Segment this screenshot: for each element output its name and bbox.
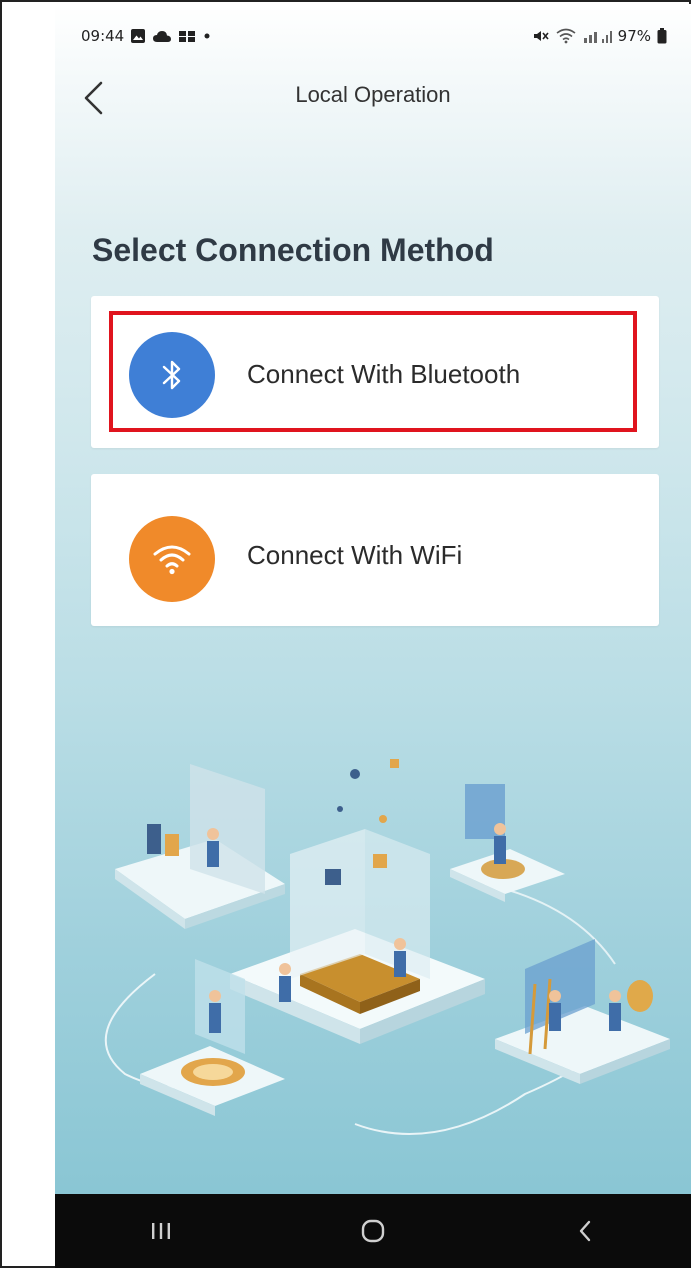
recents-button[interactable] (121, 1201, 201, 1261)
notification-icon (179, 31, 196, 42)
wifi-icon-badge (129, 516, 215, 602)
connect-bluetooth-option[interactable]: Connect With Bluetooth (91, 296, 659, 448)
battery-icon (657, 28, 667, 44)
bluetooth-icon (162, 360, 181, 390)
wifi-option-label: Connect With WiFi (247, 540, 463, 570)
gallery-icon (131, 29, 146, 43)
header-bar: Local Operation (55, 68, 691, 124)
wifi-icon (153, 545, 191, 575)
network-illustration (104, 759, 670, 1135)
screenshot-frame: 09:44 97% Local Operation Select Connect… (0, 0, 691, 1268)
back-icon (579, 1220, 591, 1242)
battery-percent: 97% (617, 27, 651, 45)
dot-icon (204, 33, 210, 39)
page-title: Local Operation (295, 82, 451, 107)
bluetooth-icon-badge (129, 332, 215, 418)
signal-icon (583, 31, 612, 43)
system-back-button[interactable] (545, 1201, 625, 1261)
mute-icon (533, 31, 549, 41)
system-navigation-bar (55, 1194, 691, 1268)
recents-icon (152, 1223, 170, 1239)
home-button[interactable] (333, 1201, 413, 1261)
cloud-icon (153, 31, 172, 42)
phone-screen: 09:44 97% Local Operation Select Connect… (55, 4, 691, 1268)
status-bar: 09:44 97% (55, 4, 691, 68)
connect-wifi-option[interactable]: Connect With WiFi (91, 474, 659, 626)
status-right: 97% (532, 27, 667, 45)
status-left: 09:44 (81, 27, 212, 45)
status-time: 09:44 (81, 27, 125, 45)
section-heading: Select Connection Method (92, 232, 494, 268)
bluetooth-option-label: Connect With Bluetooth (247, 359, 521, 389)
home-icon (361, 1219, 385, 1243)
wifi-icon (556, 28, 576, 44)
